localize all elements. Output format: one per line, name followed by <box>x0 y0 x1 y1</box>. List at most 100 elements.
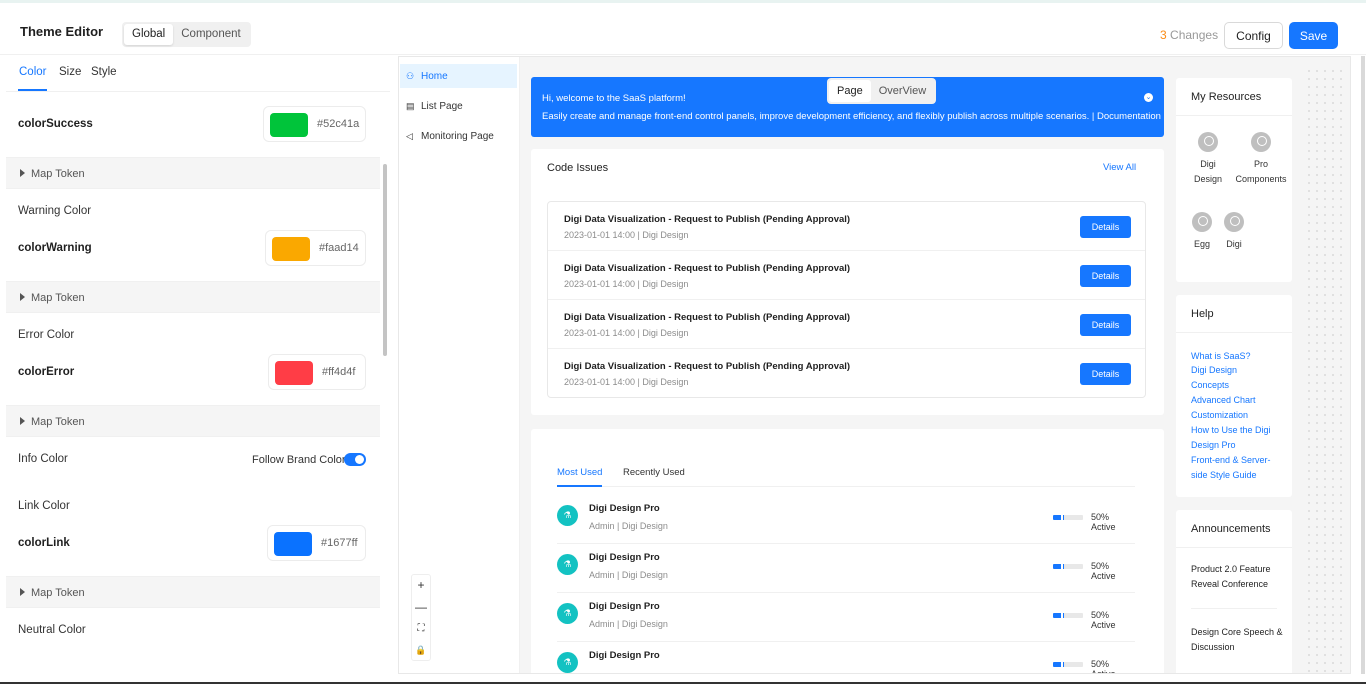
project-tabs: Most Used Recently Used <box>557 465 1135 487</box>
page-scrollbar[interactable] <box>1361 56 1365 674</box>
changes-indicator[interactable]: 3 Changes <box>1160 28 1218 42</box>
user-avatar-icon <box>1192 212 1212 232</box>
changes-count: 3 <box>1160 28 1167 42</box>
chevron-down-icon[interactable]: ⌄ <box>1144 93 1153 102</box>
resource-label: Digi <box>1226 239 1242 249</box>
caret-right-icon <box>20 293 25 301</box>
nav-label: Monitoring Page <box>421 131 494 142</box>
token-panel: Color Size Style colorSuccess #52c41a Ma… <box>6 56 390 636</box>
map-token-toggle[interactable]: Map Token <box>6 157 380 189</box>
color-label: Info Color <box>18 453 68 465</box>
caret-right-icon <box>20 588 25 596</box>
color-picker-link[interactable]: #1677ff <box>267 525 366 561</box>
tab-recently-used[interactable]: Recently Used <box>623 467 685 478</box>
nav-list-page[interactable]: ▤ List Page <box>400 94 517 118</box>
help-link[interactable]: Front-end & Server-side Style Guide <box>1191 453 1286 483</box>
zoom-toolbar: + — ⛶ 🔒 <box>411 574 431 661</box>
preview-sidebar: ⚇ Home ▤ List Page ◁ Monitoring Page + —… <box>399 57 520 673</box>
map-token-toggle[interactable]: Map Token <box>6 405 380 437</box>
color-picker-success[interactable]: #52c41a <box>263 106 366 142</box>
issue-meta: 2023-01-01 14:00 | Digi Design <box>564 279 689 289</box>
help-link[interactable]: What is SaaS? <box>1191 349 1286 364</box>
panel-scrollbar[interactable] <box>383 164 387 356</box>
list-item: Digi Data Visualization - Request to Pub… <box>548 300 1145 349</box>
zoom-in-icon[interactable]: + <box>412 575 430 597</box>
seg-page[interactable]: Page <box>829 80 871 102</box>
color-picker-error[interactable]: #ff4d4f <box>268 354 366 390</box>
color-swatch <box>270 113 308 137</box>
project-status: 50% Active <box>1091 610 1116 630</box>
tab-color[interactable]: Color <box>19 66 46 78</box>
details-button[interactable]: Details <box>1080 216 1131 238</box>
resource-item[interactable]: Digi Design <box>1191 132 1225 187</box>
announcement-item[interactable]: Product 2.0 Feature Reveal Conference <box>1191 562 1283 592</box>
scope-segmented: Global Component <box>122 22 251 47</box>
resource-label: Egg <box>1193 239 1210 249</box>
progress-fill <box>1053 564 1064 569</box>
projects-card: Most Used Recently Used ⚗ Digi Design Pr… <box>531 429 1164 674</box>
divider <box>1176 115 1292 116</box>
map-token-label: Map Token <box>31 587 85 599</box>
banner-text[interactable]: Easily create and manage front-end contr… <box>542 111 1161 122</box>
lock-icon[interactable]: 🔒 <box>412 640 430 662</box>
color-swatch <box>274 532 312 556</box>
tab-underline <box>557 485 602 487</box>
save-button[interactable]: Save <box>1289 22 1338 49</box>
issue-meta: 2023-01-01 14:00 | Digi Design <box>564 230 689 240</box>
details-button[interactable]: Details <box>1080 314 1131 336</box>
tab-style[interactable]: Style <box>91 66 117 78</box>
progress-bar <box>1053 515 1083 520</box>
config-button[interactable]: Config <box>1224 22 1283 49</box>
list-item[interactable]: ⚗ Digi Design Pro Admin | Digi Design 50… <box>557 495 1135 544</box>
token-name: colorSuccess <box>18 118 93 130</box>
details-button[interactable]: Details <box>1080 363 1131 385</box>
fullscreen-icon[interactable]: ⛶ <box>412 618 430 640</box>
view-all-link[interactable]: View All <box>1103 162 1136 173</box>
list-item: Digi Data Visualization - Request to Pub… <box>548 349 1145 398</box>
list-item[interactable]: ⚗ Digi Design Pro 50% Active <box>557 642 1135 674</box>
caret-right-icon <box>20 169 25 177</box>
color-label: Warning Color <box>18 205 92 217</box>
details-button[interactable]: Details <box>1080 265 1131 287</box>
tab-most-used[interactable]: Most Used <box>557 467 602 478</box>
zoom-out-icon[interactable]: — <box>412 597 430 619</box>
nav-label: Home <box>421 71 448 82</box>
token-tabs: Color Size Style <box>6 56 390 92</box>
nav-home[interactable]: ⚇ Home <box>400 64 517 88</box>
token-name: colorLink <box>18 537 70 549</box>
map-token-toggle[interactable]: Map Token <box>6 281 380 313</box>
announcements-card: Announcements Product 2.0 Feature Reveal… <box>1176 510 1292 673</box>
list-item[interactable]: ⚗ Digi Design Pro Admin | Digi Design 50… <box>557 544 1135 593</box>
resource-item[interactable]: Pro Components <box>1233 132 1289 187</box>
code-issues-card: Code Issues View All Digi Data Visualiza… <box>531 149 1164 415</box>
project-status: 50% Active <box>1091 659 1116 674</box>
seg-component[interactable]: Component <box>173 24 248 45</box>
help-link[interactable]: How to Use the Digi Design Pro <box>1191 423 1286 453</box>
flask-icon: ⚗ <box>557 652 578 673</box>
seg-global[interactable]: Global <box>124 24 174 45</box>
nav-monitoring-page[interactable]: ◁ Monitoring Page <box>400 124 517 148</box>
tab-size[interactable]: Size <box>59 66 81 78</box>
flask-icon: ⚗ <box>557 505 578 526</box>
color-swatch <box>272 237 310 261</box>
color-picker-warning[interactable]: #faad14 <box>265 230 366 266</box>
card-title: My Resources <box>1191 91 1262 103</box>
help-link[interactable]: Advanced Chart Customization <box>1191 393 1266 423</box>
tab-underline <box>18 89 47 91</box>
progress-bar <box>1053 564 1083 569</box>
follow-brand-switch[interactable] <box>344 453 366 466</box>
help-link[interactable]: Digi Design Concepts <box>1191 363 1261 393</box>
token-name: colorWarning <box>18 242 92 254</box>
map-token-toggle[interactable]: Map Token <box>6 576 380 608</box>
issue-meta: 2023-01-01 14:00 | Digi Design <box>564 328 689 338</box>
list-item[interactable]: ⚗ Digi Design Pro Admin | Digi Design 50… <box>557 593 1135 642</box>
resource-item[interactable]: Egg <box>1186 212 1218 252</box>
flask-icon: ⚗ <box>557 554 578 575</box>
resource-item[interactable]: Digi <box>1218 212 1250 252</box>
app-title: Theme Editor <box>20 24 104 39</box>
announcement-item[interactable]: Design Core Speech & Discussion <box>1191 625 1283 655</box>
map-token-label: Map Token <box>31 168 85 180</box>
card-title: Announcements <box>1191 523 1271 535</box>
user-avatar-icon <box>1224 212 1244 232</box>
seg-overview[interactable]: OverView <box>871 80 934 102</box>
